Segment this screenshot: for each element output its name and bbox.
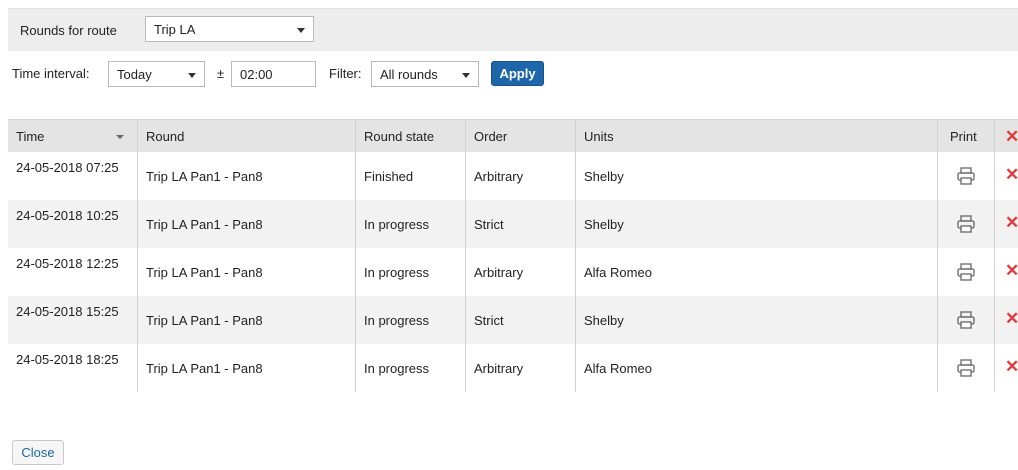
- delete-icon[interactable]: ✕: [1005, 358, 1018, 376]
- cell-order: Arbitrary: [474, 169, 524, 184]
- delete-icon[interactable]: ✕: [1005, 214, 1018, 232]
- cell-time: 24-05-2018 15:25: [16, 304, 119, 319]
- header-round[interactable]: Round: [137, 120, 355, 152]
- plus-minus-label: ±: [217, 66, 225, 81]
- rounds-dialog: Rounds for route Trip LA Time interval: …: [0, 0, 1018, 470]
- printer-icon[interactable]: [956, 358, 976, 378]
- chevron-down-icon: [462, 73, 470, 78]
- header-round-state[interactable]: Round state: [355, 120, 465, 152]
- time-interval-select[interactable]: Today: [108, 61, 205, 87]
- header-print: Print: [937, 120, 994, 152]
- cell-state: In progress: [364, 361, 430, 376]
- time-offset-input[interactable]: 02:00: [231, 61, 316, 87]
- table-row[interactable]: 24-05-2018 10:25 Trip LA Pan1 - Pan8 In …: [8, 200, 1018, 248]
- header-time-label: Time: [16, 129, 45, 144]
- cell-round: Trip LA Pan1 - Pan8: [146, 169, 263, 184]
- table-row[interactable]: 24-05-2018 12:25 Trip LA Pan1 - Pan8 In …: [8, 248, 1018, 296]
- chevron-down-icon: [188, 73, 196, 78]
- printer-icon[interactable]: [956, 262, 976, 282]
- cell-time: 24-05-2018 07:25: [16, 160, 119, 175]
- cell-time: 24-05-2018 12:25: [16, 256, 119, 271]
- table-row[interactable]: 24-05-2018 07:25 Trip LA Pan1 - Pan8 Fin…: [8, 152, 1018, 200]
- filter-label: Filter:: [329, 66, 362, 81]
- cell-units: Shelby: [584, 169, 624, 184]
- cell-order: Strict: [474, 217, 504, 232]
- cell-state: In progress: [364, 265, 430, 280]
- filter-select[interactable]: All rounds: [371, 61, 479, 87]
- cell-units: Shelby: [584, 313, 624, 328]
- printer-icon[interactable]: [956, 214, 976, 234]
- cell-units: Alfa Romeo: [584, 265, 652, 280]
- cell-units: Shelby: [584, 217, 624, 232]
- cell-round: Trip LA Pan1 - Pan8: [146, 217, 263, 232]
- route-select[interactable]: Trip LA: [145, 16, 314, 42]
- cell-round: Trip LA Pan1 - Pan8: [146, 265, 263, 280]
- cell-order: Strict: [474, 313, 504, 328]
- filter-value: All rounds: [380, 67, 438, 82]
- delete-icon[interactable]: ✕: [1005, 262, 1018, 280]
- chevron-down-icon: [297, 28, 305, 33]
- cell-order: Arbitrary: [474, 265, 524, 280]
- route-select-value: Trip LA: [154, 22, 196, 37]
- header-order-label: Order: [474, 129, 508, 144]
- apply-button[interactable]: Apply: [491, 61, 544, 86]
- time-offset-value: 02:00: [240, 67, 273, 82]
- close-button[interactable]: Close: [12, 440, 64, 465]
- table-row[interactable]: 24-05-2018 18:25 Trip LA Pan1 - Pan8 In …: [8, 344, 1018, 392]
- time-interval-label: Time interval:: [12, 66, 90, 81]
- time-interval-value: Today: [117, 67, 152, 82]
- cell-time: 24-05-2018 18:25: [16, 352, 119, 367]
- delete-icon[interactable]: ✕: [1005, 310, 1018, 328]
- printer-icon[interactable]: [956, 310, 976, 330]
- header-units[interactable]: Units: [575, 120, 937, 152]
- cell-order: Arbitrary: [474, 361, 524, 376]
- cell-units: Alfa Romeo: [584, 361, 652, 376]
- header-units-label: Units: [584, 129, 614, 144]
- cell-round: Trip LA Pan1 - Pan8: [146, 313, 263, 328]
- printer-icon[interactable]: [956, 166, 976, 186]
- header-time[interactable]: Time: [8, 120, 137, 152]
- table-header: Time Round Round state Order Units Print…: [8, 119, 1018, 152]
- rounds-table: Time Round Round state Order Units Print…: [8, 119, 1018, 392]
- header-round-label: Round: [146, 129, 185, 144]
- header-round-state-label: Round state: [364, 129, 435, 144]
- cell-time: 24-05-2018 10:25: [16, 208, 119, 223]
- delete-icon[interactable]: ✕: [1005, 166, 1018, 184]
- route-bar: Rounds for route Trip LA: [8, 8, 1018, 51]
- header-print-label: Print: [950, 129, 977, 144]
- header-delete[interactable]: ✕: [994, 120, 1018, 152]
- cell-round: Trip LA Pan1 - Pan8: [146, 361, 263, 376]
- cell-state: Finished: [364, 169, 414, 184]
- cell-state: In progress: [364, 217, 430, 232]
- route-label: Rounds for route: [20, 23, 117, 38]
- header-order[interactable]: Order: [465, 120, 575, 152]
- sort-down-icon: [116, 135, 124, 139]
- table-row[interactable]: 24-05-2018 15:25 Trip LA Pan1 - Pan8 In …: [8, 296, 1018, 344]
- delete-all-icon[interactable]: ✕: [1005, 128, 1018, 146]
- cell-state: In progress: [364, 313, 430, 328]
